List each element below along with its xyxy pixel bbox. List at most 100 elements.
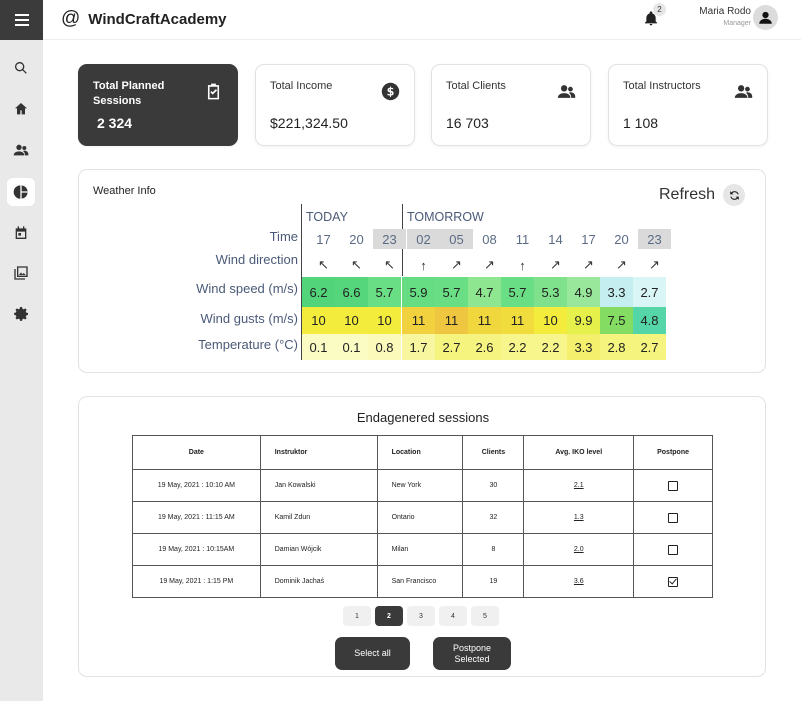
sidebar-item-search[interactable] [7,54,35,82]
stat-card-instructors[interactable]: Total Instructors 1 108 [608,64,768,146]
page-button-1[interactable]: 1 [343,606,371,626]
wind-gust-cell: 4.8 [633,307,666,334]
wind-direction-arrow: ↑ [420,257,427,273]
temperature-cell: 2.7 [435,334,468,360]
cell-iko-level: 2.1 [523,469,635,502]
page-button-2[interactable]: 2 [375,606,403,626]
menu-icon [14,14,29,26]
row-label-direction: Wind direction [215,252,298,267]
stat-card-clients[interactable]: Total Clients 16 703 [431,64,591,146]
wind-speed-cell: 5.7 [501,277,534,307]
sidebar-item-settings[interactable] [7,300,35,328]
wind-direction-arrow: ↗ [649,257,660,272]
search-icon [15,62,27,74]
wind-direction-arrow: ↖ [384,257,395,272]
wind-speed-cell: 6.2 [302,277,335,307]
iko-level-link[interactable]: 2.1 [574,482,584,489]
sidebar-item-analytics[interactable] [7,178,35,206]
iko-level-link[interactable]: 1.3 [574,514,584,521]
table-header-row: Date Instruktor Location Clients Avg. IK… [132,435,713,470]
wind-gust-cell: 10 [534,307,567,334]
wind-direction-arrow: ↗ [616,257,627,272]
iko-level-link[interactable]: 2.0 [574,546,584,553]
temperature-cell: 2.2 [501,334,534,360]
stat-label: Total Clients [446,80,506,92]
cell-iko-level: 2.0 [523,533,635,566]
page-button-5[interactable]: 5 [471,606,499,626]
wind-gust-cell: 9.9 [567,307,600,334]
column-header-iko: Avg. IKO level [523,435,635,470]
iko-level-link[interactable]: 3.6 [574,578,584,585]
wind-direction-arrow: ↗ [583,257,594,272]
cell-location: Milan [376,533,464,566]
stat-card-planned-sessions[interactable]: Total Planned Sessions 2 324 [78,64,238,146]
sidebar [0,0,43,701]
cell-iko-level: 1.3 [523,501,635,534]
home-icon [15,103,27,115]
sidebar-item-users[interactable] [7,136,35,164]
column-header-location: Location [376,435,464,470]
time-cell: 02 [407,229,440,249]
time-cell: 08 [482,231,497,247]
svg-text:$: $ [386,85,394,98]
stat-value: 2 324 [97,115,133,131]
sidebar-item-calendar[interactable] [7,219,35,247]
cell-postpone [633,565,713,598]
avatar[interactable] [753,5,778,30]
wind-speed-cell: 2.7 [633,277,666,307]
wind-gust-cell: 10 [368,307,401,334]
brand[interactable]: @ WindCraftAcademy [61,8,227,30]
users-icon [556,81,576,101]
temperature-cell: 2.7 [633,334,666,360]
postpone-checkbox[interactable] [668,512,679,523]
cell-date: 19 May, 2021 : 10:15AM [132,533,261,566]
cell-clients: 30 [462,469,525,502]
wind-speed-cell: 5.7 [368,277,401,307]
time-cell: 17 [316,231,331,247]
wind-direction-arrow: ↖ [351,257,362,272]
weather-panel: Weather Info Refresh TODAY TOMORROW Time… [78,169,766,373]
wind-direction-arrow: ↖ [318,257,329,272]
postpone-checkbox[interactable] [668,480,679,491]
wind-speed-cell: 5.3 [534,277,567,307]
wind-gust-cell: 11 [501,307,534,334]
temperature-cell: 0.1 [302,334,335,360]
user-info[interactable]: Maria Rodo Manager [695,6,751,27]
time-cell: 14 [548,231,563,247]
table-row[interactable]: 19 May, 2021 : 11:15 AM Kamil Zdun Ontario… [132,501,713,534]
stat-label: Total Income [270,80,333,92]
wind-direction-arrow: ↗ [451,257,462,272]
stat-value: 1 108 [623,115,659,131]
time-cell: 20 [349,231,364,247]
row-label-speed: Wind speed (m/s) [196,281,298,296]
cell-postpone [633,501,713,534]
postpone-checkbox[interactable] [668,544,679,555]
cell-date: 19 May, 2021 : 1:15 PM [132,565,261,598]
sidebar-item-gallery[interactable] [7,259,35,287]
page-button-4[interactable]: 4 [439,606,467,626]
temperature-cell: 2.6 [468,334,501,360]
select-all-button[interactable]: Select all [335,637,410,670]
menu-button[interactable] [0,0,43,40]
postpone-checkbox[interactable] [668,576,679,587]
postpone-selected-button[interactable]: Postpone Selected [433,637,511,670]
wind-gust-cell: 11 [435,307,468,334]
notifications-button[interactable]: 2 [643,3,666,28]
sidebar-item-home[interactable] [7,95,35,123]
temperature-cell: 3.3 [567,334,600,360]
wind-gust-cell: 7.5 [600,307,633,334]
page-button-3[interactable]: 3 [407,606,435,626]
table-row[interactable]: 19 May, 2021 : 10:15AM Damian Wójcik Milan… [132,533,713,566]
dollar-icon: $ [380,81,400,101]
cell-clients: 19 [462,565,525,598]
time-cell: 11 [515,231,530,247]
wind-speed-cell: 4.7 [468,277,501,307]
wind-speed-cell: 5.7 [435,277,468,307]
stat-card-income[interactable]: Total Income $221,324.50 $ [255,64,415,146]
row-label-time: Time [269,229,298,244]
cell-location: Ontario [376,501,464,534]
table-row[interactable]: 19 May, 2021 : 1:15 PM Dominik Jachaś San … [132,565,713,598]
time-cell: 17 [581,231,596,247]
user-name: Maria Rodo [699,6,751,17]
table-row[interactable]: 19 May, 2021 : 10:10 AM Jan Kowalski New Y… [132,469,713,502]
